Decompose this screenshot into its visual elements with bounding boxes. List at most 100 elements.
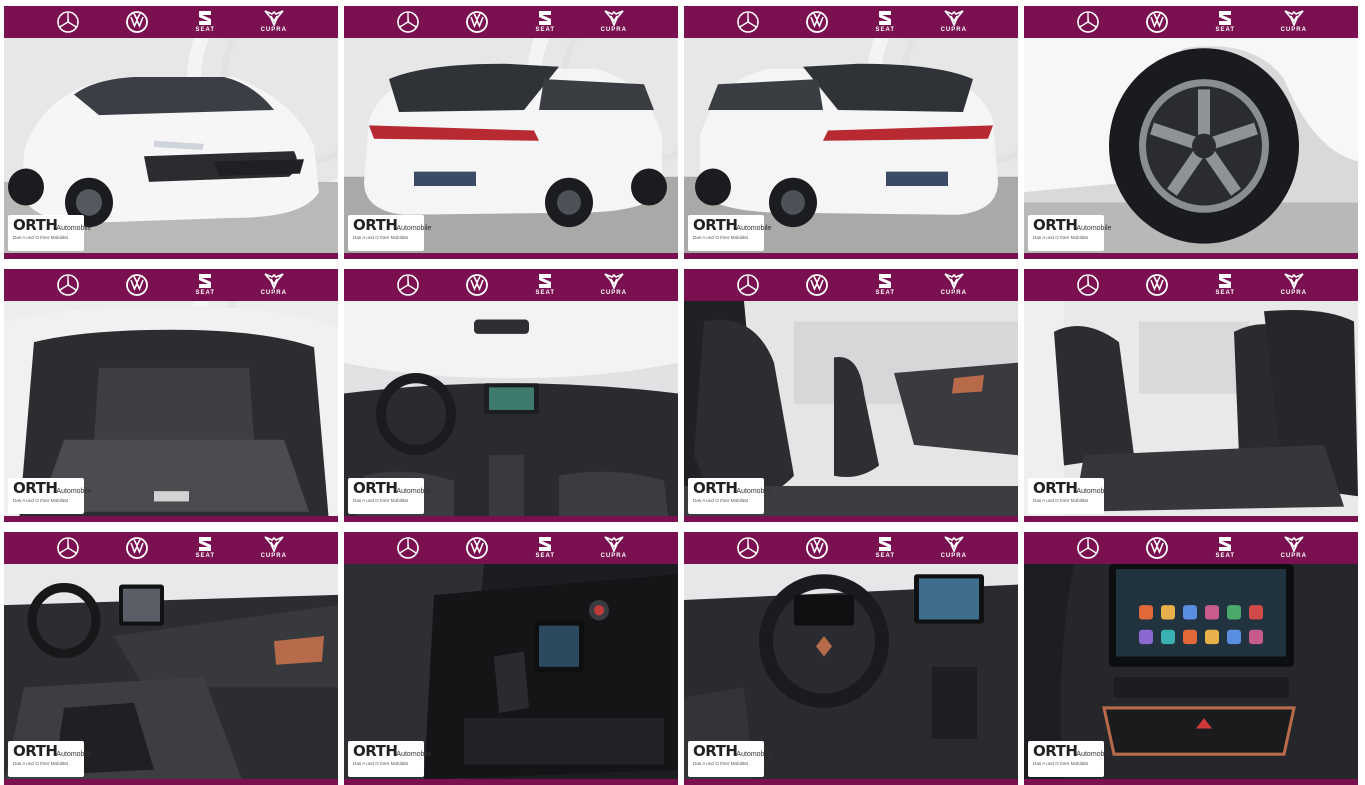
- mercedes-star-icon: [48, 8, 88, 36]
- dealer-subtitle: Automobile: [736, 488, 772, 495]
- brand-bottom-strip: [684, 516, 1018, 522]
- dealer-name: ORTH: [353, 742, 398, 760]
- dealer-logo-badge: ORTH Automobile Das A und O Ihrer Mobilitä…: [688, 741, 771, 777]
- seat-logo-icon: SEAT: [185, 534, 225, 562]
- seat-logo-icon: SEAT: [185, 8, 225, 36]
- dealer-subtitle: Automobile: [736, 751, 772, 758]
- brand-logo-bar: SEAT CUPRA: [344, 532, 678, 564]
- mercedes-star-icon: [728, 8, 768, 36]
- gallery-photo-infotainment-screen[interactable]: SEAT CUPRA ORTH Automobile Das A und O Ihrer…: [1024, 532, 1358, 785]
- vw-logo-icon: [457, 534, 497, 562]
- gallery-photo-exterior-rear-three-quarter-right[interactable]: SEAT CUPRA ORTH Automobile Das A und O Ihrer…: [684, 6, 1018, 259]
- dealer-logo-badge: ORTH Automobile Das A und O Ihrer Mobilitä…: [348, 741, 431, 777]
- dealer-logo: ORTH Automobile: [693, 216, 771, 234]
- mercedes-star-icon: [388, 8, 428, 36]
- gallery-photo-exterior-front-three-quarter[interactable]: SEAT CUPRA ORTH Automobile Das A und O Ihrer…: [4, 6, 338, 259]
- brand-label: SEAT: [875, 27, 896, 33]
- vw-logo-icon: [797, 271, 837, 299]
- mercedes-star-icon: [48, 271, 88, 299]
- gallery-photo-exterior-rear-three-quarter-left[interactable]: SEAT CUPRA ORTH Automobile Das A und O Ihrer…: [344, 6, 678, 259]
- vw-logo-icon: [117, 271, 157, 299]
- dealer-name: ORTH: [693, 216, 738, 234]
- brand-logo-bar: SEAT CUPRA: [684, 6, 1018, 38]
- mercedes-star-icon: [1068, 8, 1108, 36]
- dealer-logo: ORTH Automobile: [353, 479, 431, 497]
- dealer-subtitle: Automobile: [56, 225, 92, 232]
- brand-bottom-strip: [344, 253, 678, 259]
- brand-label: CUPRA: [260, 27, 287, 33]
- brand-label: CUPRA: [940, 290, 967, 296]
- cupra-logo-icon: CUPRA: [1274, 8, 1314, 36]
- seat-logo-icon: SEAT: [1205, 8, 1245, 36]
- dealer-logo-badge: ORTH Automobile Das A und O Ihrer Mobilitä…: [8, 215, 91, 251]
- dealer-name: ORTH: [1033, 742, 1078, 760]
- dealer-logo-badge: ORTH Automobile Das A und O Ihrer Mobilitä…: [688, 478, 771, 514]
- brand-logo-bar: SEAT CUPRA: [344, 6, 678, 38]
- gallery-photo-dashboard-overview[interactable]: SEAT CUPRA ORTH Automobile Das A und O Ihrer…: [344, 269, 678, 522]
- brand-logo-bar: SEAT CUPRA: [1024, 269, 1358, 301]
- brand-label: SEAT: [535, 290, 556, 296]
- brand-label: SEAT: [875, 290, 896, 296]
- brand-label: SEAT: [1215, 27, 1236, 33]
- dealer-subtitle: Automobile: [1076, 751, 1112, 758]
- brand-logo-bar: SEAT CUPRA: [684, 532, 1018, 564]
- dealer-logo: ORTH Automobile: [1033, 742, 1111, 760]
- mercedes-star-icon: [48, 534, 88, 562]
- dealer-name: ORTH: [1033, 216, 1078, 234]
- dealer-logo-badge: ORTH Automobile Das A und O Ihrer Mobilitä…: [8, 478, 91, 514]
- dealer-logo-badge: ORTH Automobile Das A und O Ihrer Mobilitä…: [348, 215, 431, 251]
- gallery-photo-dashboard-side-view[interactable]: SEAT CUPRA ORTH Automobile Das A und O Ihrer…: [4, 532, 338, 785]
- dealer-name: ORTH: [353, 479, 398, 497]
- brand-label: SEAT: [1215, 290, 1236, 296]
- mercedes-star-icon: [728, 534, 768, 562]
- brand-label: CUPRA: [600, 553, 627, 559]
- seat-logo-icon: SEAT: [1205, 271, 1245, 299]
- gallery-photo-wheel-close-up[interactable]: SEAT CUPRA ORTH Automobile Das A und O Ihrer…: [1024, 6, 1358, 259]
- brand-logo-bar: SEAT CUPRA: [4, 269, 338, 301]
- cupra-logo-icon: CUPRA: [1274, 534, 1314, 562]
- mercedes-star-icon: [388, 534, 428, 562]
- dealer-logo-badge: ORTH Automobile Das A und O Ihrer Mobilitä…: [1028, 215, 1111, 251]
- cupra-logo-icon: CUPRA: [934, 271, 974, 299]
- dealer-subtitle: Automobile: [56, 751, 92, 758]
- cupra-logo-icon: CUPRA: [594, 534, 634, 562]
- dealer-tagline: Das A und O Ihrer Mobilität: [353, 498, 408, 503]
- dealer-logo-badge: ORTH Automobile Das A und O Ihrer Mobilitä…: [1028, 741, 1111, 777]
- dealer-tagline: Das A und O Ihrer Mobilität: [1033, 498, 1088, 503]
- brand-logo-bar: SEAT CUPRA: [1024, 532, 1358, 564]
- vw-logo-icon: [457, 8, 497, 36]
- dealer-tagline: Das A und O Ihrer Mobilität: [13, 761, 68, 766]
- dealer-logo: ORTH Automobile: [353, 742, 431, 760]
- dealer-logo: ORTH Automobile: [1033, 479, 1111, 497]
- dealer-name: ORTH: [1033, 479, 1078, 497]
- cupra-logo-icon: CUPRA: [1274, 271, 1314, 299]
- brand-logo-bar: SEAT CUPRA: [684, 269, 1018, 301]
- gallery-photo-center-console-gear-selector[interactable]: SEAT CUPRA ORTH Automobile Das A und O Ihrer…: [344, 532, 678, 785]
- dealer-name: ORTH: [693, 479, 738, 497]
- brand-label: SEAT: [1215, 553, 1236, 559]
- dealer-logo-badge: ORTH Automobile Das A und O Ihrer Mobilitä…: [8, 741, 91, 777]
- dealer-logo: ORTH Automobile: [353, 218, 431, 233]
- dealer-logo-badge: ORTH Automobile Das A und O Ihrer Mobilitä…: [348, 478, 431, 514]
- dealer-logo: ORTH Automobile: [13, 742, 91, 760]
- brand-label: CUPRA: [260, 553, 287, 559]
- seat-logo-icon: SEAT: [185, 271, 225, 299]
- cupra-logo-icon: CUPRA: [934, 534, 974, 562]
- brand-bottom-strip: [4, 516, 338, 522]
- mercedes-star-icon: [1068, 534, 1108, 562]
- dealer-tagline: Das A und O Ihrer Mobilität: [13, 498, 68, 503]
- brand-label: CUPRA: [1280, 290, 1307, 296]
- gallery-photo-driver-cockpit[interactable]: SEAT CUPRA ORTH Automobile Das A und O Ihrer…: [684, 532, 1018, 785]
- brand-logo-bar: SEAT CUPRA: [4, 532, 338, 564]
- dealer-logo: ORTH Automobile: [693, 479, 771, 497]
- gallery-photo-rear-seats[interactable]: SEAT CUPRA ORTH Automobile Das A und O Ihrer…: [1024, 269, 1358, 522]
- dealer-name: ORTH: [13, 742, 58, 760]
- gallery-photo-trunk-cargo-area[interactable]: SEAT CUPRA ORTH Automobile Das A und O Ihrer…: [4, 269, 338, 522]
- cupra-logo-icon: CUPRA: [254, 8, 294, 36]
- gallery-photo-front-seats[interactable]: SEAT CUPRA ORTH Automobile Das A und O Ihrer…: [684, 269, 1018, 522]
- seat-logo-icon: SEAT: [865, 8, 905, 36]
- cupra-logo-icon: CUPRA: [594, 8, 634, 36]
- brand-bottom-strip: [4, 253, 338, 259]
- vw-logo-icon: [457, 271, 497, 299]
- dealer-tagline: Das A und O Ihrer Mobilität: [693, 498, 748, 503]
